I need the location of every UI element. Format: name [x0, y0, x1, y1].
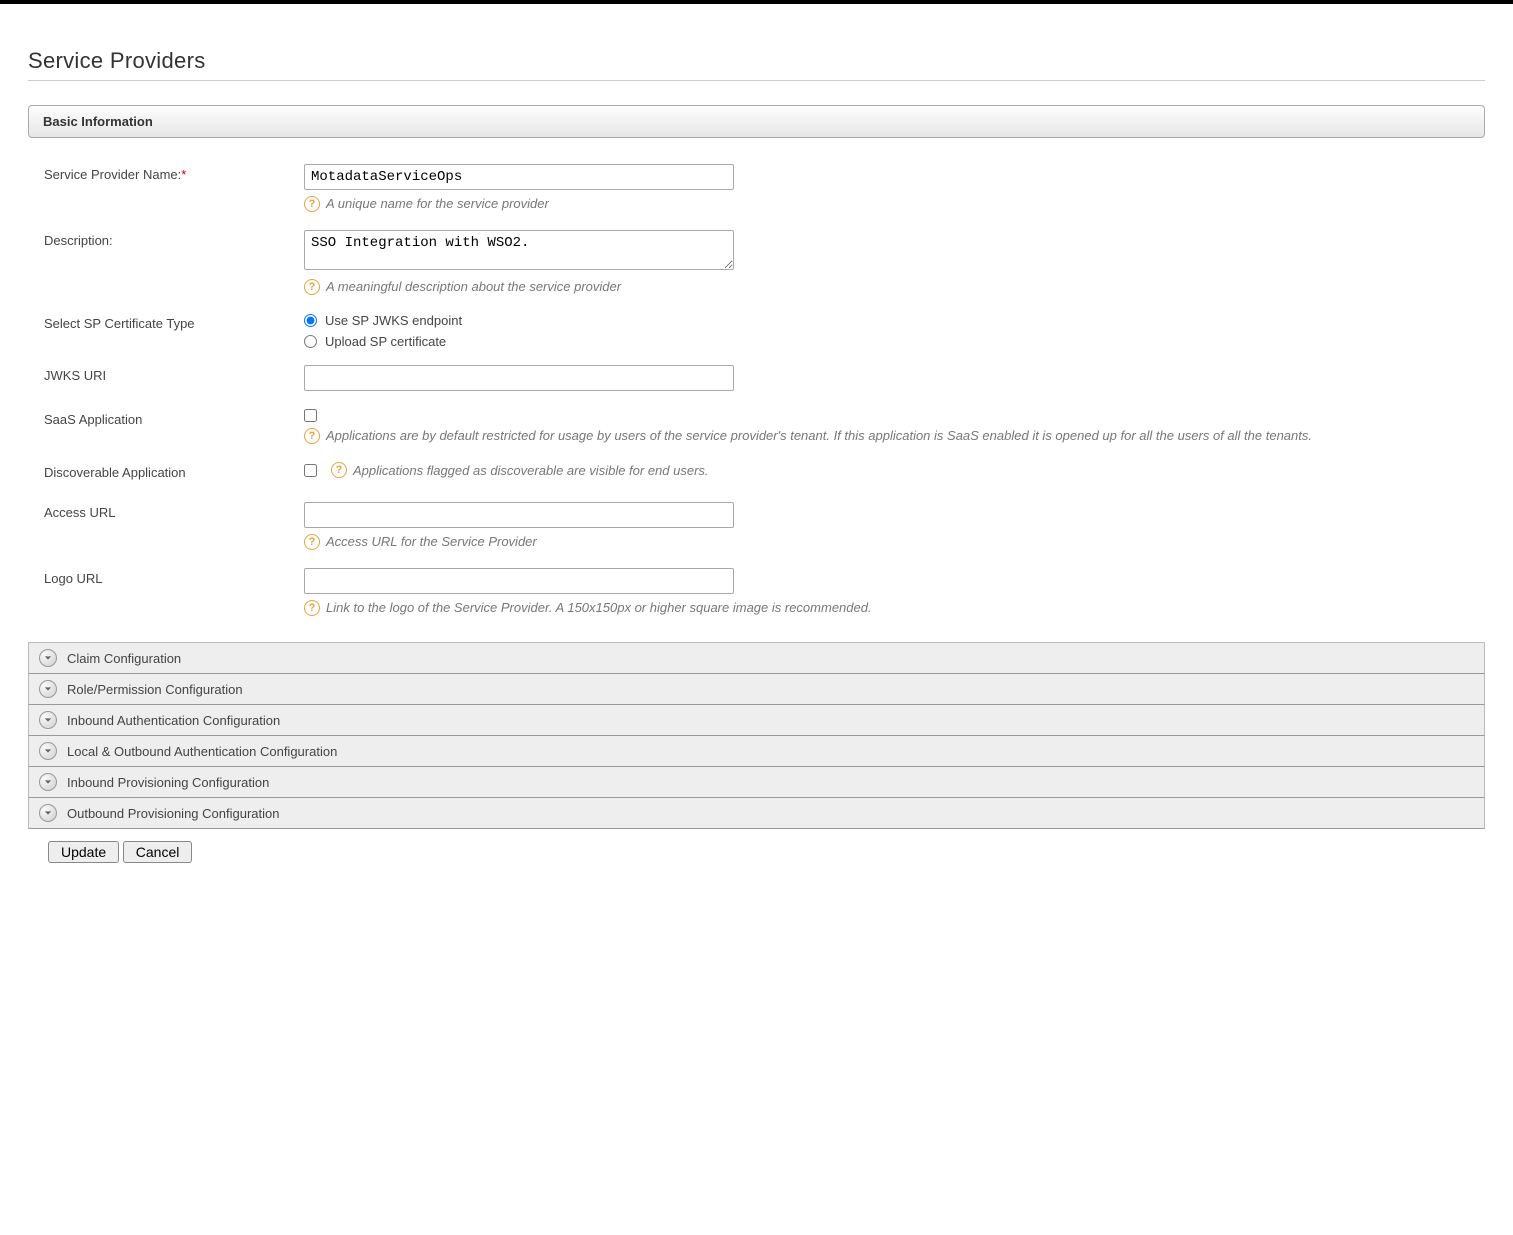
access-url-input[interactable]: [304, 502, 734, 528]
help-text-discoverable: Applications flagged as discoverable are…: [353, 463, 709, 478]
accordion-local-outbound-authentication-configuration[interactable]: Local & Outbound Authentication Configur…: [28, 736, 1485, 767]
accordion-label: Inbound Authentication Configuration: [67, 713, 280, 728]
section-header-basic-information: Basic Information: [28, 105, 1485, 138]
accordion-label: Local & Outbound Authentication Configur…: [67, 744, 337, 759]
chevron-down-icon: [39, 649, 57, 667]
accordion-claim-configuration[interactable]: Claim Configuration: [28, 642, 1485, 674]
label-access-url: Access URL: [44, 502, 304, 520]
chevron-down-icon: [39, 742, 57, 760]
help-icon[interactable]: ?: [304, 534, 320, 550]
chevron-down-icon: [39, 804, 57, 822]
label-jwks-uri: JWKS URI: [44, 365, 304, 383]
label-cert-type: Select SP Certificate Type: [44, 313, 304, 331]
accordion-label: Claim Configuration: [67, 651, 181, 666]
chevron-down-icon: [39, 773, 57, 791]
accordion-role-permission-configuration[interactable]: Role/Permission Configuration: [28, 674, 1485, 705]
description-input[interactable]: SSO Integration with WSO2.: [304, 230, 734, 270]
radio-upload-cert-label: Upload SP certificate: [325, 334, 446, 349]
help-icon[interactable]: ?: [304, 600, 320, 616]
help-text-access-url: Access URL for the Service Provider: [326, 534, 537, 549]
help-text-saas: Applications are by default restricted f…: [326, 428, 1312, 443]
label-description: Description:: [44, 230, 304, 248]
help-icon[interactable]: ?: [304, 196, 320, 212]
help-text-description: A meaningful description about the servi…: [326, 279, 621, 294]
help-icon[interactable]: ?: [304, 279, 320, 295]
help-text-sp-name: A unique name for the service provider: [326, 196, 549, 211]
discoverable-checkbox[interactable]: [304, 464, 317, 477]
saas-checkbox[interactable]: [304, 409, 317, 422]
page-title: Service Providers: [28, 48, 1485, 74]
radio-use-jwks-input[interactable]: [304, 314, 317, 327]
update-button[interactable]: Update: [48, 841, 119, 863]
radio-use-jwks[interactable]: Use SP JWKS endpoint: [304, 313, 1485, 328]
logo-url-input[interactable]: [304, 568, 734, 594]
label-logo-url: Logo URL: [44, 568, 304, 586]
accordion-label: Outbound Provisioning Configuration: [67, 806, 279, 821]
radio-use-jwks-label: Use SP JWKS endpoint: [325, 313, 462, 328]
help-icon[interactable]: ?: [331, 462, 347, 478]
label-sp-name: Service Provider Name:*: [44, 164, 304, 182]
accordion-label: Inbound Provisioning Configuration: [67, 775, 269, 790]
accordion-inbound-authentication-configuration[interactable]: Inbound Authentication Configuration: [28, 705, 1485, 736]
title-divider: [28, 80, 1485, 81]
config-accordion: Claim Configuration Role/Permission Conf…: [28, 642, 1485, 829]
radio-upload-cert[interactable]: Upload SP certificate: [304, 334, 1485, 349]
radio-upload-cert-input[interactable]: [304, 335, 317, 348]
accordion-inbound-provisioning-configuration[interactable]: Inbound Provisioning Configuration: [28, 767, 1485, 798]
label-saas: SaaS Application: [44, 409, 304, 427]
help-icon[interactable]: ?: [304, 428, 320, 444]
sp-name-input[interactable]: [304, 164, 734, 190]
jwks-uri-input[interactable]: [304, 365, 734, 391]
chevron-down-icon: [39, 680, 57, 698]
cancel-button[interactable]: Cancel: [123, 841, 193, 863]
accordion-label: Role/Permission Configuration: [67, 682, 243, 697]
help-text-logo-url: Link to the logo of the Service Provider…: [326, 600, 872, 615]
accordion-outbound-provisioning-configuration[interactable]: Outbound Provisioning Configuration: [28, 798, 1485, 829]
chevron-down-icon: [39, 711, 57, 729]
label-discoverable: Discoverable Application: [44, 462, 304, 480]
